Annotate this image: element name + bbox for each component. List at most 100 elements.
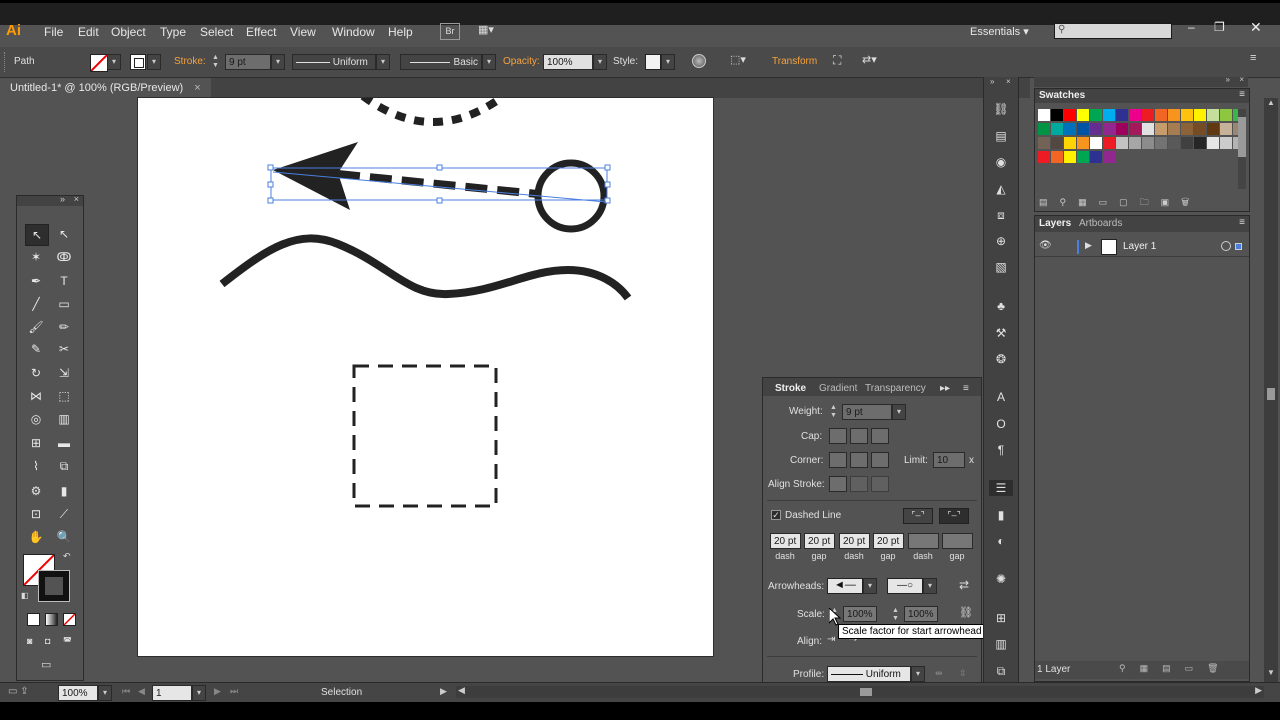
brush-dropdown[interactable]: ▾ [482, 54, 496, 70]
horizontal-scrollbar[interactable]: ◀ ▶ [456, 685, 1264, 698]
color-swatch[interactable] [1077, 109, 1089, 121]
minimize-icon[interactable]: – [1188, 20, 1195, 34]
profile-dropdown[interactable]: ▾ [376, 54, 390, 70]
recolor-artwork-icon[interactable] [692, 54, 706, 68]
swatches-title[interactable]: Swatches [1039, 90, 1085, 101]
flip-along-icon[interactable]: ⇹ [935, 668, 943, 679]
appearance-icon[interactable]: ✺ [993, 571, 1009, 587]
gradient-mode-icon[interactable] [45, 613, 58, 626]
color-swatch[interactable] [1168, 137, 1180, 149]
scale-start-input[interactable]: 100% [843, 606, 877, 622]
align-stroke-outside-button[interactable] [871, 476, 889, 492]
draw-behind-icon[interactable]: ◘ [45, 636, 50, 646]
dash-2-input[interactable]: 20 pt [839, 533, 870, 549]
color-swatch[interactable] [1077, 151, 1089, 163]
color-swatch[interactable] [1038, 123, 1050, 135]
color-mode-icon[interactable] [27, 613, 40, 626]
eyedropper-tool-icon[interactable]: ⌇ [25, 456, 47, 476]
blob-brush-tool-icon[interactable]: ✎ [25, 339, 47, 359]
close-icon[interactable]: ✕ [1250, 19, 1262, 36]
graphic-styles-icon[interactable]: ❂ [993, 351, 1009, 367]
menu-effect[interactable]: Effect [246, 25, 276, 39]
color-swatch[interactable] [1220, 109, 1232, 121]
gradient-tool-icon[interactable]: ▬ [53, 433, 75, 453]
flip-across-icon[interactable]: ⇳ [959, 668, 967, 679]
vertical-scrollbar[interactable]: ▲ ▼ [1264, 98, 1278, 682]
color-swatch[interactable] [1220, 137, 1232, 149]
color-swatch[interactable] [1142, 109, 1154, 121]
zoom-dropdown[interactable]: ▾ [98, 685, 112, 701]
tab-stroke[interactable]: Stroke [775, 383, 806, 394]
stroke-label[interactable]: Stroke: [174, 56, 206, 67]
stroke-color-swatch[interactable] [130, 54, 146, 70]
library-icon[interactable]: ▤ [993, 128, 1009, 144]
stroke-swatch-large[interactable] [38, 570, 70, 602]
swatches-menu-icon[interactable]: ≡ [1239, 89, 1245, 100]
column-graph-tool-icon[interactable]: ▮ [53, 481, 75, 501]
artboard[interactable] [138, 98, 713, 656]
target-circle-icon[interactable] [1221, 241, 1231, 251]
align-dash-button[interactable]: ⌜‒⌝ [939, 508, 969, 524]
tab-layers[interactable]: Layers [1039, 218, 1071, 229]
zoom-tool-icon[interactable]: 🔍 [53, 527, 75, 547]
color-swatch[interactable] [1129, 123, 1141, 135]
transform-icon[interactable]: ⧈ [993, 207, 1009, 223]
color-swatch[interactable] [1155, 137, 1167, 149]
symbols-icon[interactable]: ♣ [993, 298, 1009, 314]
artboard-tool-icon[interactable]: ⊡ [25, 504, 47, 524]
isolate-icon[interactable]: ⛶ [833, 53, 841, 68]
menu-window[interactable]: Window [332, 25, 375, 39]
color-swatch[interactable] [1103, 109, 1115, 121]
profile-select[interactable]: Uniform [827, 666, 911, 682]
default-fill-stroke-icon[interactable]: ◧ [21, 591, 29, 600]
color-swatch[interactable] [1168, 109, 1180, 121]
lasso-tool-icon[interactable]: ↂ [53, 247, 75, 267]
end-arrowhead-dropdown[interactable]: ▾ [923, 578, 937, 594]
free-transform-tool-icon[interactable]: ⬚ [53, 386, 75, 406]
info-icon[interactable]: ⊕ [993, 233, 1009, 249]
end-arrowhead-select[interactable]: —○ [887, 578, 923, 594]
menu-select[interactable]: Select [200, 25, 233, 39]
style-dropdown[interactable]: ▾ [661, 54, 675, 70]
profile-panel-dropdown[interactable]: ▾ [911, 666, 925, 682]
swap-fill-stroke-icon[interactable]: ↶ [63, 551, 71, 562]
start-arrowhead-dropdown[interactable]: ▾ [863, 578, 877, 594]
brushes-icon[interactable]: ⚒ [993, 325, 1009, 341]
weight-dropdown[interactable]: ▾ [892, 404, 906, 420]
first-artboard-icon[interactable]: ⏮ [122, 686, 130, 697]
projecting-cap-button[interactable] [871, 428, 889, 444]
color-swatch[interactable] [1207, 137, 1219, 149]
color-swatch[interactable] [1181, 109, 1193, 121]
color-swatch[interactable] [1077, 137, 1089, 149]
gap-3-input[interactable] [942, 533, 973, 549]
right-dock-collapse-icon[interactable]: » [1226, 75, 1230, 84]
color-swatch[interactable] [1116, 109, 1128, 121]
color-swatch[interactable] [1051, 123, 1063, 135]
transform-link[interactable]: Transform [772, 56, 817, 67]
next-artboard-icon[interactable]: ▶ [214, 686, 221, 697]
start-arrowhead-select[interactable]: ◄— [827, 578, 863, 594]
color-swatch[interactable] [1142, 137, 1154, 149]
paintbrush-tool-icon[interactable]: 🖌 [25, 317, 47, 337]
color-swatch[interactable] [1103, 151, 1115, 163]
none-mode-icon[interactable] [63, 613, 76, 626]
dashed-line-checkbox[interactable]: ✓ [771, 510, 781, 520]
draw-inside-icon[interactable]: ◚ [63, 636, 72, 647]
magic-wand-tool-icon[interactable]: ✶ [25, 247, 47, 267]
color-swatch[interactable] [1155, 109, 1167, 121]
paragraph-icon[interactable]: ¶ [993, 442, 1009, 458]
dock-collapse-icon[interactable]: » [990, 77, 994, 86]
bridge-button[interactable]: Br [440, 23, 460, 40]
control-panel-menu-icon[interactable]: ≡ [1250, 52, 1256, 64]
blend-tool-icon[interactable]: ⧉ [53, 456, 75, 476]
variable-width-profile[interactable]: Uniform [292, 54, 376, 70]
weight-stepper[interactable]: ▲ ▼ [830, 404, 837, 420]
miter-join-button[interactable] [829, 452, 847, 468]
round-join-button[interactable] [850, 452, 868, 468]
mesh-tool-icon[interactable]: ⊞ [25, 433, 47, 453]
type-tool-icon[interactable]: T [53, 271, 75, 291]
color-swatch[interactable] [1051, 109, 1063, 121]
width-tool-icon[interactable]: ⋈ [25, 386, 47, 406]
bevel-join-button[interactable] [871, 452, 889, 468]
draw-normal-icon[interactable]: ◙ [27, 636, 32, 646]
